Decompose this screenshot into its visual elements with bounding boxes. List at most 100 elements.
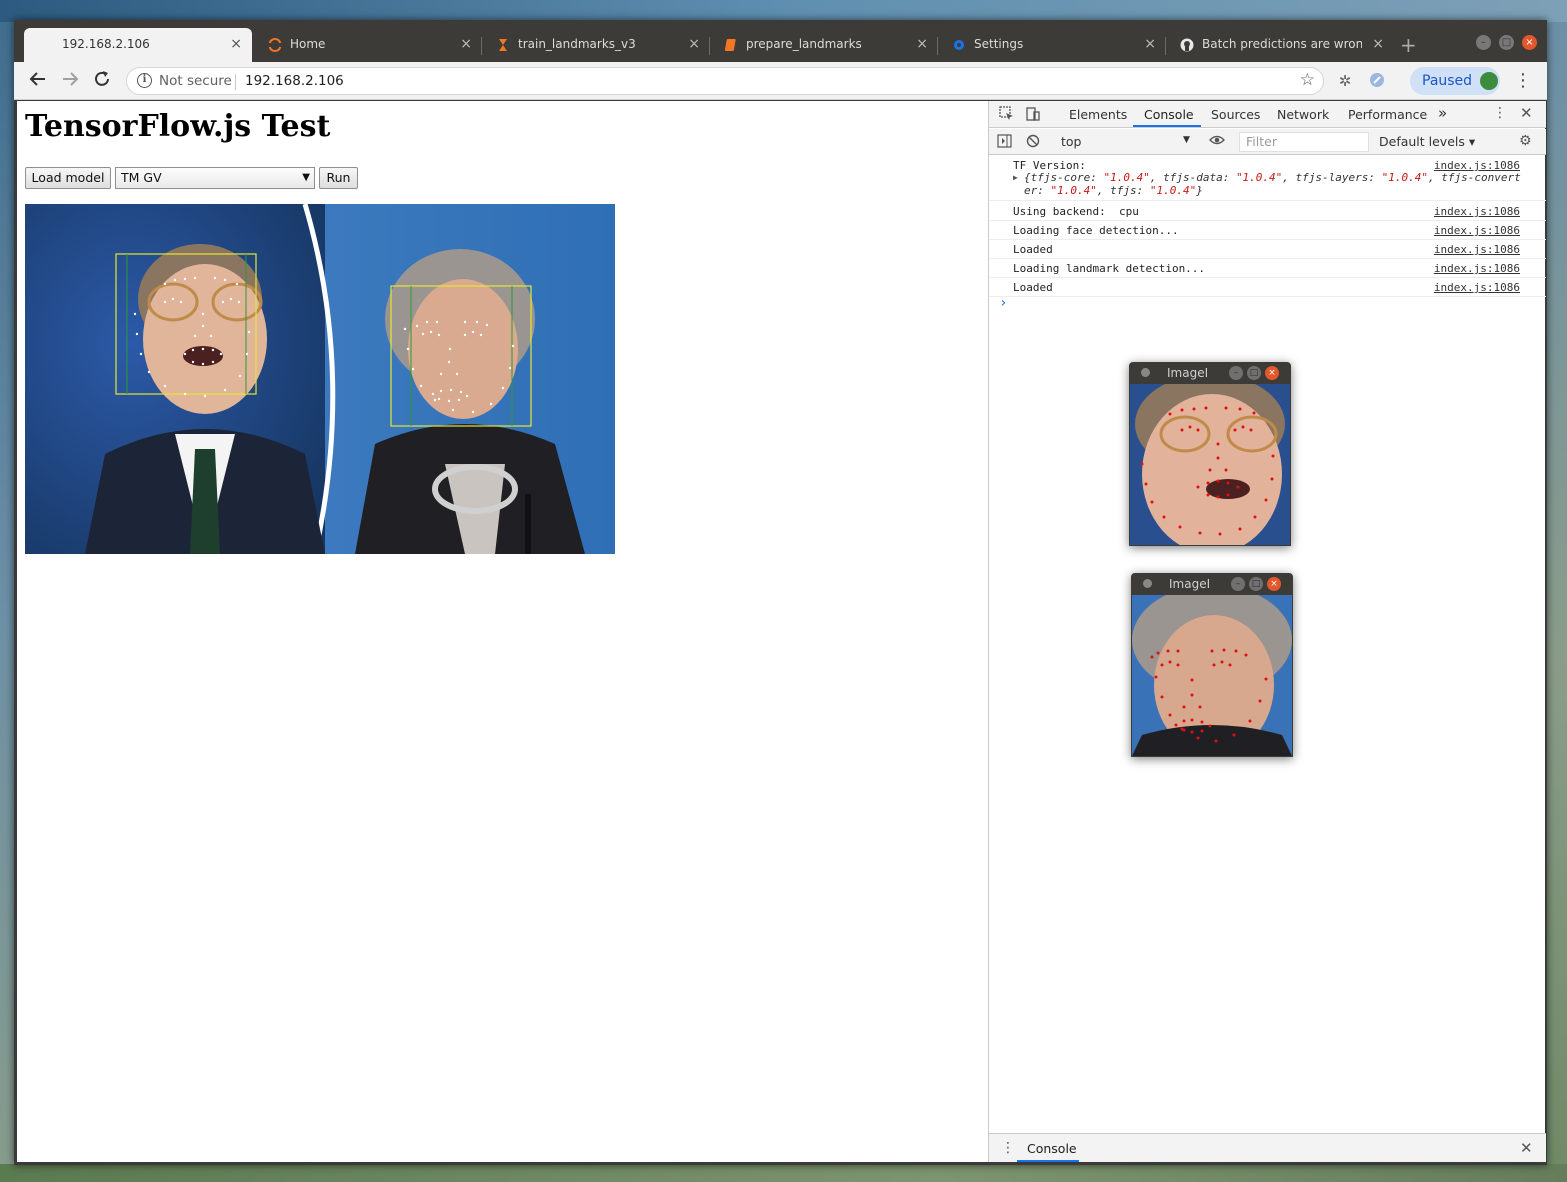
browser-menu-icon[interactable]: ⋮ (1514, 70, 1532, 91)
maximize-window-button[interactable]: □ (1499, 35, 1514, 50)
load-model-button[interactable]: Load model (25, 167, 111, 189)
landmark-crop-image (1132, 595, 1292, 756)
console-message: Loading landmark detection... index.js:1… (989, 259, 1546, 278)
forward-button[interactable] (60, 70, 80, 90)
console-source-link[interactable]: index.js:1086 (1434, 281, 1520, 294)
console-source-link[interactable]: index.js:1086 (1434, 224, 1520, 237)
model-select[interactable]: TM GV ▼ (115, 167, 315, 189)
model-select-value: TM GV (121, 170, 162, 185)
tab-title: Home (290, 37, 326, 51)
maximize-window-button[interactable]: □ (1249, 577, 1263, 591)
avatar[interactable] (1480, 72, 1498, 90)
drawer-menu-icon[interactable]: ⋮ (1001, 1140, 1015, 1156)
back-button[interactable] (28, 70, 48, 90)
tab-title: 192.168.2.106 (62, 37, 150, 51)
tf-version-object-line1[interactable]: {tfjs-core: "1.0.4", tfjs-data: "1.0.4",… (1024, 171, 1521, 184)
tab-strip: 192.168.2.106 × Home × train_landmarks_v… (14, 20, 1547, 62)
detection-result-image (25, 204, 615, 554)
tab-192-168-2-106[interactable]: 192.168.2.106 × (24, 28, 252, 62)
drawer-tab-console[interactable]: Console (1027, 1141, 1077, 1156)
address-bar[interactable]: i Not secure 192.168.2.106 ☆ (126, 67, 1324, 95)
console-filter-bar: top ▼ Filter Default levels ▾ ⚙ (989, 129, 1546, 155)
info-icon[interactable]: i (137, 73, 152, 88)
log-levels-select[interactable]: Default levels ▾ (1379, 134, 1475, 149)
console-filter-input[interactable]: Filter (1239, 132, 1369, 152)
tab-sources[interactable]: Sources (1211, 107, 1260, 122)
console-source-link[interactable]: index.js:1086 (1434, 262, 1520, 275)
tf-version-object-line2: er: "1.0.4", tfjs: "1.0.4"} (1024, 184, 1203, 197)
window-menu-icon[interactable] (1143, 579, 1152, 588)
landmark-crop-image (1130, 384, 1290, 545)
page-viewport: TensorFlow.js Test Load model TM GV ▼ Ru… (17, 101, 988, 1162)
image-window-2[interactable]: ImageM – □ × (1131, 573, 1293, 757)
image-window-1[interactable]: ImageM – □ × (1129, 362, 1291, 546)
new-tab-button[interactable]: + (1400, 33, 1417, 57)
extension-icon[interactable] (1368, 72, 1386, 90)
jupyter-icon (268, 38, 282, 52)
console-message-text: Loading face detection... (1013, 224, 1179, 237)
execution-context-select[interactable]: top (1061, 134, 1081, 149)
profile-status: Paused (1422, 73, 1473, 89)
console-message: Loading face detection... index.js:1086 (989, 221, 1546, 240)
console-source-link[interactable]: index.js:1086 (1434, 205, 1520, 218)
page-title: TensorFlow.js Test (25, 109, 331, 144)
tab-title: train_landmarks_v3 (518, 37, 636, 51)
devtools-drawer: ⋮ Console ✕ (989, 1133, 1546, 1162)
chevron-down-icon: ▼ (1183, 135, 1190, 145)
clear-console-icon[interactable] (1026, 134, 1040, 152)
tab-prepare-landmarks[interactable]: prepare_landmarks × (710, 28, 938, 62)
close-tab-icon[interactable]: × (1372, 36, 1384, 52)
expand-triangle-icon[interactable]: ▶ (1013, 173, 1018, 182)
reload-icon (95, 71, 109, 86)
run-button[interactable]: Run (319, 167, 358, 189)
devtools-menu-icon[interactable]: ⋮ (1493, 105, 1507, 121)
back-arrow-icon (29, 72, 45, 86)
more-tabs-icon[interactable]: » (1438, 104, 1447, 122)
eye-icon[interactable] (1209, 133, 1225, 151)
close-tab-icon[interactable]: × (460, 36, 472, 52)
inspect-element-icon[interactable] (999, 106, 1014, 125)
active-tab-indicator (1133, 125, 1201, 127)
close-tab-icon[interactable]: × (916, 36, 928, 52)
minimize-window-button[interactable]: – (1231, 577, 1245, 591)
tab-settings[interactable]: Settings × (938, 28, 1166, 62)
url-text[interactable]: 192.168.2.106 (245, 73, 344, 89)
console-prompt[interactable]: › (999, 295, 1007, 311)
reload-button[interactable] (92, 70, 112, 90)
close-window-button[interactable]: × (1522, 35, 1537, 50)
close-window-button[interactable]: × (1267, 577, 1281, 591)
image-window-title: ImageM (1167, 366, 1207, 380)
tab-home[interactable]: Home × (254, 28, 482, 62)
tab-console[interactable]: Console (1144, 107, 1194, 122)
tab-batch-predictions[interactable]: Batch predictions are wrong × (1166, 28, 1394, 62)
minimize-window-button[interactable]: – (1476, 35, 1491, 50)
gear-icon[interactable]: ⚙ (1519, 133, 1532, 149)
tab-network[interactable]: Network (1277, 107, 1329, 122)
sidebar-toggle-icon[interactable] (997, 134, 1012, 152)
tab-title: Settings (974, 37, 1024, 51)
device-toolbar-icon[interactable] (1025, 106, 1040, 125)
tab-train-landmarks[interactable]: train_landmarks_v3 × (482, 28, 710, 62)
tab-title: Batch predictions are wrong (1202, 37, 1362, 51)
close-icon[interactable]: ✕ (1520, 1139, 1533, 1157)
desktop-background-bottom (0, 1164, 1567, 1182)
tab-performance[interactable]: Performance (1348, 107, 1427, 122)
browser-window: 192.168.2.106 × Home × train_landmarks_v… (14, 20, 1547, 1165)
security-status: Not secure (159, 73, 232, 89)
minimize-window-button[interactable]: – (1229, 366, 1243, 380)
console-message: Loaded index.js:1086 (989, 278, 1546, 297)
console-source-link[interactable]: index.js:1086 (1434, 243, 1520, 256)
extension-icon[interactable]: ✲ (1336, 72, 1354, 90)
bookmark-star-icon[interactable]: ☆ (1300, 70, 1315, 90)
forward-arrow-icon (63, 72, 79, 86)
console-message-text: Loaded (1013, 243, 1053, 256)
close-window-button[interactable]: × (1265, 366, 1279, 380)
close-tab-icon[interactable]: × (1144, 36, 1156, 52)
window-menu-icon[interactable] (1141, 368, 1150, 377)
close-tab-icon[interactable]: × (688, 36, 700, 52)
maximize-window-button[interactable]: □ (1247, 366, 1261, 380)
close-tab-icon[interactable]: × (230, 36, 242, 52)
tab-elements[interactable]: Elements (1069, 107, 1127, 122)
console-message-text: Loading landmark detection... (1013, 262, 1206, 275)
close-icon[interactable]: ✕ (1520, 104, 1533, 122)
